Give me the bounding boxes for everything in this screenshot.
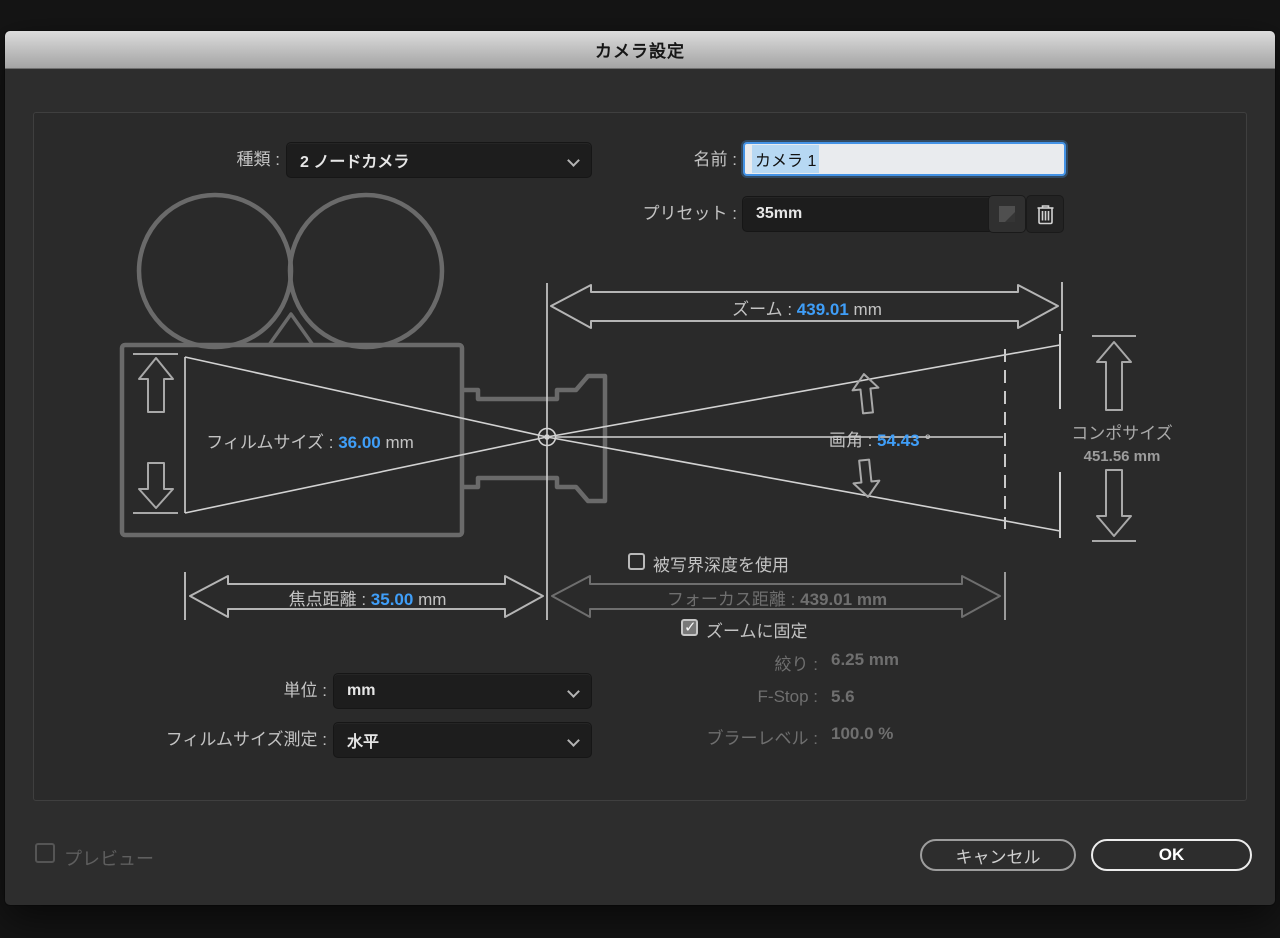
- fstop-value: 5.6: [831, 687, 855, 707]
- preset-label: プリセット :: [560, 197, 737, 231]
- film-size-value[interactable]: 36.00: [338, 433, 381, 452]
- dialog-titlebar[interactable]: カメラ設定: [5, 31, 1275, 69]
- use-dof-label[interactable]: 被写界深度を使用: [653, 551, 789, 576]
- focal-length-readout: 焦点距離 : 35.00 mm: [195, 585, 540, 610]
- blur-level-value: 100.0 %: [831, 724, 893, 744]
- film-size-label: フィルムサイズ :: [206, 433, 333, 452]
- ok-button[interactable]: OK: [1091, 839, 1252, 871]
- camera-type-value: 2 ノードカメラ: [300, 148, 409, 172]
- cancel-button[interactable]: キャンセル: [920, 839, 1076, 871]
- save-preset-button[interactable]: [989, 196, 1025, 232]
- film-size-unit: mm: [385, 433, 413, 452]
- use-dof-checkbox[interactable]: [628, 553, 645, 570]
- focal-length-label: 焦点距離 :: [289, 590, 366, 609]
- screen: カメラ設定: [0, 0, 1280, 938]
- focus-distance-value: 439.01 mm: [800, 590, 887, 609]
- chevron-down-icon: [569, 156, 579, 166]
- camera-type-dropdown[interactable]: 2 ノードカメラ: [287, 143, 591, 177]
- film-measure-dropdown[interactable]: 水平: [334, 723, 591, 757]
- blur-level-label: ブラーレベル :: [600, 724, 818, 749]
- type-label: 種類 :: [80, 143, 280, 177]
- view-angle-unit: °: [924, 431, 931, 450]
- chevron-down-icon: [569, 736, 579, 746]
- zoom-unit: mm: [854, 300, 882, 319]
- fstop-label: F-Stop :: [600, 687, 818, 707]
- focal-length-value[interactable]: 35.00: [371, 590, 414, 609]
- film-measure-label: フィルムサイズ測定 :: [107, 723, 327, 757]
- dialog-title: カメラ設定: [595, 37, 685, 62]
- chevron-down-icon: [569, 687, 579, 697]
- aperture-value: 6.25 mm: [831, 650, 899, 670]
- lock-to-zoom-label[interactable]: ズームに固定: [706, 617, 808, 642]
- units-value: mm: [347, 682, 375, 700]
- view-angle-readout: 画角 : 54.43 °: [790, 426, 970, 451]
- camera-name-input[interactable]: カメラ 1: [743, 142, 1066, 176]
- lock-to-zoom-checkbox[interactable]: [681, 619, 698, 636]
- preset-dropdown[interactable]: 35mm: [743, 197, 1016, 231]
- trash-icon: [1036, 204, 1055, 225]
- name-label: 名前 :: [580, 143, 737, 177]
- view-angle-label: 画角 :: [829, 431, 872, 450]
- zoom-readout: ズーム : 439.01 mm: [557, 295, 1057, 320]
- film-size-readout: フィルムサイズ : 36.00 mm: [150, 428, 470, 453]
- comp-size-label: コンポサイズ: [1052, 419, 1192, 444]
- delete-preset-button[interactable]: [1027, 196, 1063, 232]
- preview-label[interactable]: プレビュー: [64, 845, 154, 871]
- preset-value: 35mm: [756, 205, 802, 223]
- comp-size-value: 451.56 mm: [1052, 448, 1192, 465]
- focus-distance-label: フォーカス距離 :: [667, 590, 795, 609]
- zoom-label: ズーム :: [732, 300, 792, 319]
- preview-checkbox[interactable]: [35, 843, 55, 863]
- focal-length-unit: mm: [418, 590, 446, 609]
- aperture-label: 絞り :: [600, 650, 818, 675]
- units-dropdown[interactable]: mm: [334, 674, 591, 708]
- camera-name-value: カメラ 1: [752, 145, 819, 173]
- save-preset-icon: [997, 204, 1017, 224]
- view-angle-value[interactable]: 54.43: [877, 431, 920, 450]
- focus-distance-readout: フォーカス距離 : 439.01 mm: [557, 585, 997, 610]
- film-measure-value: 水平: [347, 728, 379, 752]
- zoom-value[interactable]: 439.01: [797, 300, 849, 319]
- units-label: 単位 :: [107, 674, 327, 708]
